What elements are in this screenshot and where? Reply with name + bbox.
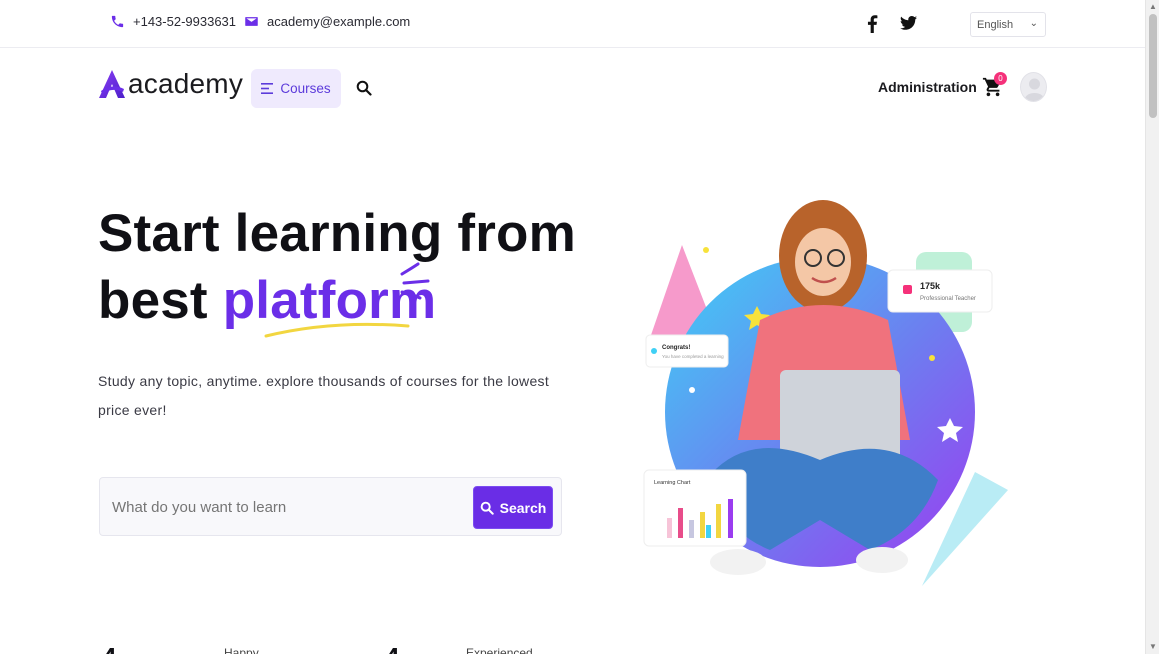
search-button-label: Search — [499, 499, 547, 516]
avatar[interactable] — [1020, 72, 1047, 102]
learning-chart-title: Learning Chart — [654, 480, 691, 486]
contact-email[interactable]: academy@example.com — [244, 14, 410, 29]
hero-illustration: 175k Professional Teacher Congrats! You … — [643, 200, 1008, 586]
scroll-down-arrow-icon[interactable]: ▼ — [1149, 642, 1157, 651]
congrats-card — [645, 334, 729, 368]
stats-section: 4 Happy 4 Experienced — [0, 640, 1145, 654]
scrollbar-thumb[interactable] — [1149, 14, 1157, 118]
phone-icon — [111, 15, 124, 28]
logo-icon — [99, 70, 125, 98]
facebook-icon[interactable] — [866, 15, 878, 38]
person-shoe — [856, 547, 908, 573]
administration-link[interactable]: Administration — [878, 79, 977, 95]
stat-experienced-number: 4 — [385, 642, 399, 654]
language-value: English — [977, 18, 1014, 31]
courses-label: Courses — [280, 81, 331, 96]
user-icon — [1024, 78, 1045, 101]
page: +143-52-9933631 academy@example.com Engl… — [0, 0, 1159, 654]
mail-icon — [245, 17, 258, 26]
hero-title-line1: Start learning from — [98, 204, 576, 263]
underline-swoosh-decoration — [264, 322, 410, 338]
search-icon — [480, 501, 494, 515]
page-scrollbar[interactable]: ▲ ▼ — [1145, 0, 1159, 654]
menu-icon — [261, 83, 274, 94]
twitter-icon[interactable] — [900, 15, 917, 36]
stat-card-value: 175k — [920, 281, 941, 291]
courses-button[interactable]: Courses — [251, 69, 341, 108]
hero-title: Start learning from best platform — [98, 200, 576, 334]
language-select[interactable]: English ⌄ — [970, 12, 1046, 37]
logo[interactable]: academy — [98, 68, 243, 100]
phone-text: +143-52-9933631 — [133, 14, 237, 29]
hero-subtitle: Study any topic, anytime. explore thousa… — [98, 373, 550, 418]
scroll-up-arrow-icon[interactable]: ▲ — [1149, 2, 1157, 11]
course-search-box: Search — [99, 477, 562, 536]
search-icon[interactable] — [356, 80, 372, 101]
email-text: academy@example.com — [267, 14, 411, 29]
top-bar: +143-52-9933631 academy@example.com Engl… — [0, 0, 1145, 48]
hero-title-prefix: best — [98, 271, 223, 330]
sparkle-decoration — [400, 262, 430, 300]
chevron-down-icon: ⌄ — [1029, 18, 1038, 29]
congrats-card-title: Congrats! — [662, 345, 690, 351]
course-search-input[interactable] — [112, 496, 462, 518]
search-button[interactable]: Search — [473, 486, 553, 529]
stat-happy-label: Happy — [224, 646, 259, 654]
stat-card-label: Professional Teacher — [920, 296, 976, 302]
contact-phone[interactable]: +143-52-9933631 — [110, 14, 236, 29]
logo-text: academy — [128, 68, 244, 99]
cart-count-badge: 0 — [994, 72, 1007, 85]
stat-happy-number: 4 — [102, 642, 116, 654]
person-shoe — [710, 549, 766, 575]
congrats-card-sub: You have completed a learning — [662, 354, 724, 359]
stat-experienced-label: Experienced — [466, 646, 533, 654]
